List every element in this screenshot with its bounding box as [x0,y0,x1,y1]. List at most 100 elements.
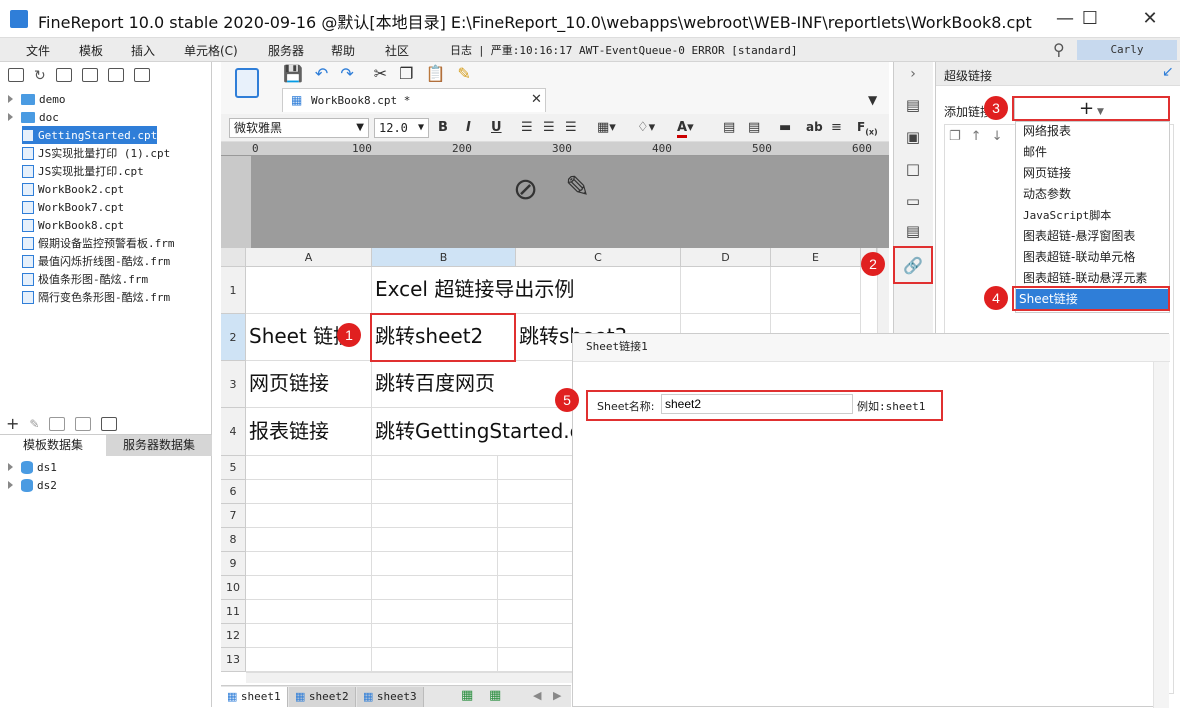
row-header[interactable]: 5 [221,456,246,480]
font-size-select[interactable]: 12.0 ▼ [374,118,429,138]
tree-file[interactable]: 隔行变色条形图-酷炫.frm [22,288,170,306]
move-up-icon[interactable]: ↑ [971,129,982,144]
menu-template[interactable]: 模板 [79,42,103,59]
column-header[interactable]: D [681,248,771,267]
cell-element-icon[interactable]: ▣ [903,128,923,146]
align-right-icon[interactable]: ☰ [565,120,577,135]
tree-file[interactable]: 最值闪烁折线图-酷炫.frm [22,252,170,270]
undo-icon[interactable]: ↶ [315,64,328,83]
tab-template-dataset[interactable]: 模板数据集 [0,435,106,456]
column-header[interactable]: C [516,248,681,267]
delete-icon[interactable] [107,68,124,82]
text-wrap-icon[interactable]: ab [806,120,823,134]
row-header[interactable]: 3 [221,361,246,408]
document-tab[interactable]: ▦ WorkBook8.cpt * ✕ [282,88,546,112]
paste-icon[interactable]: 📋 [425,64,445,83]
menu-insert[interactable]: 插入 [131,42,155,59]
bold-icon[interactable]: B [438,120,448,135]
border-icon[interactable]: ▦▾ [597,120,616,135]
menu-file[interactable]: 文件 [26,42,50,59]
cell-a1[interactable] [246,267,372,314]
expand-arrow-icon[interactable] [8,113,13,121]
cell-b1[interactable]: Excel 超链接导出示例 [372,267,681,314]
menu-community[interactable]: 社区 [385,42,409,59]
row-header[interactable]: 13 [221,648,246,672]
trash-icon[interactable] [49,416,66,431]
save-icon[interactable]: 💾 [283,64,303,83]
copy-link-icon[interactable]: ❐ [949,129,961,144]
next-sheet-icon[interactable]: ▶ [553,689,561,702]
hidden-eye-icon[interactable]: ⊘ [513,172,538,207]
row-header[interactable]: 7 [221,504,246,528]
align-center-icon[interactable]: ☰ [543,120,555,135]
dataset-item[interactable]: ds2 [8,476,57,494]
tree-folder[interactable]: doc [8,108,59,126]
row-header[interactable]: 6 [221,480,246,504]
row-header[interactable]: 9 [221,552,246,576]
tree-file[interactable]: 假期设备监控预警看板.frm [22,234,175,252]
add-form-sheet-icon[interactable]: ▦ [489,688,501,703]
row-header[interactable]: 11 [221,600,246,624]
collapse-right-icon[interactable]: › [903,66,923,84]
copy-icon[interactable] [133,68,150,82]
row-header[interactable]: 2 [221,314,246,361]
cell-d1[interactable] [681,267,771,314]
tree-folder[interactable]: demo [8,90,66,108]
tree-file[interactable]: WorkBook2.cpt [22,180,124,198]
tree-file[interactable]: WorkBook8.cpt [22,216,124,234]
column-header[interactable]: A [246,248,372,267]
pin-icon[interactable]: ↙ [1162,64,1174,80]
merge-icon[interactable]: ▤ [723,120,735,135]
menu-option-web-link[interactable]: 网页链接 [1020,163,1170,184]
menu-server[interactable]: 服务器 [268,42,304,59]
row-header[interactable]: 4 [221,408,246,456]
redo-icon[interactable]: ↷ [340,64,353,83]
format-painter-icon[interactable]: ✎ [457,64,470,83]
italic-icon[interactable]: I [466,120,471,135]
widget-icon[interactable]: ▭ [903,192,923,210]
add-sheet-icon[interactable]: ▦ [461,688,473,703]
row-header[interactable]: 8 [221,528,246,552]
align-left-icon[interactable]: ☰ [521,120,533,135]
maximize-icon[interactable]: ☐ [1070,6,1110,32]
tab-menu-icon[interactable]: ▼ [868,93,877,107]
log-label[interactable]: 日志 [450,44,472,57]
menu-option-chart-float[interactable]: 图表超链-悬浮窗图表 [1020,226,1170,247]
cell-attribute-icon[interactable]: ▤ [903,96,923,114]
select-all-corner[interactable] [221,248,246,267]
menu-option-web-report[interactable]: 网络报表 [1020,121,1170,142]
paragraph-icon[interactable]: ≡ [831,120,842,135]
search-icon[interactable]: ⚲ [1053,40,1065,59]
column-header[interactable]: E [771,248,861,267]
refresh-icon[interactable]: ↻ [34,68,46,84]
cell-e1[interactable] [771,267,861,314]
menu-help[interactable]: 帮助 [331,42,355,59]
formula-icon[interactable]: F(x) [857,120,878,136]
preview-template-icon[interactable] [235,68,259,98]
preview-icon[interactable] [75,416,92,431]
tree-file[interactable]: JS实现批量打印.cpt [22,162,144,180]
tab-server-dataset[interactable]: 服务器数据集 [106,435,212,456]
tree-file[interactable]: WorkBook7.cpt [22,198,124,216]
tree-file[interactable]: GettingStarted.cpt [22,126,158,144]
split-icon[interactable]: ▬ [779,120,791,135]
open-icon[interactable] [55,68,72,82]
edit-icon[interactable]: ✎ [29,417,39,431]
new-folder-icon[interactable] [8,68,24,82]
row-header[interactable]: 10 [221,576,246,600]
row-header[interactable]: 1 [221,267,246,314]
menu-option-dynamic-param[interactable]: 动态参数 [1020,184,1170,205]
prev-sheet-icon[interactable]: ◀ [533,689,541,702]
user-button[interactable]: Carly [1077,40,1177,60]
unmerge-icon[interactable]: ▤ [748,120,760,135]
column-header[interactable]: B [372,248,516,267]
close-icon[interactable]: ✕ [1130,6,1170,32]
expand-arrow-icon[interactable] [8,95,13,103]
expand-arrow-icon[interactable] [8,463,13,471]
sheet-tab[interactable]: ▦ sheet3 [357,687,424,707]
menu-option-email[interactable]: 邮件 [1020,142,1170,163]
tree-file[interactable]: JS实现批量打印 (1).cpt [22,144,170,162]
tree-file[interactable]: 极值条形图-酷炫.frm [22,270,148,288]
db-icon[interactable] [101,416,118,431]
menu-option-javascript[interactable]: JavaScript脚本 [1020,205,1170,226]
